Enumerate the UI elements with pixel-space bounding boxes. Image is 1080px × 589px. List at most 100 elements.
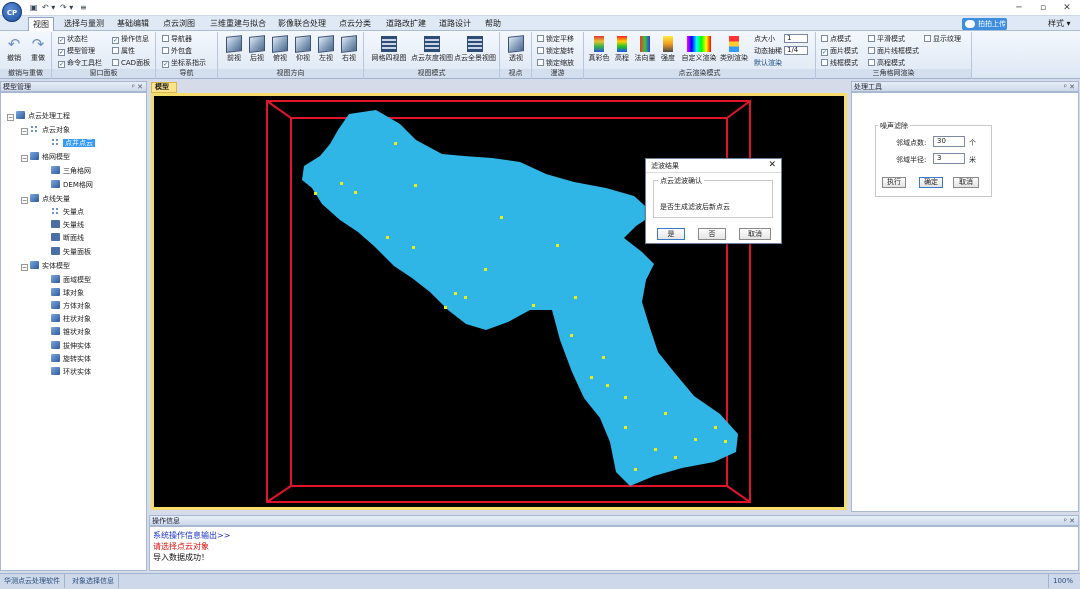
- left-view-button[interactable]: 左视: [314, 35, 338, 66]
- collapse-icon[interactable]: −: [21, 264, 28, 271]
- check-lock-pan[interactable]: 锁定平移: [537, 34, 574, 44]
- style-menu[interactable]: 样式 ▾: [1048, 18, 1071, 29]
- normal-button[interactable]: 法向量: [633, 36, 657, 66]
- gray-view-button[interactable]: 点云灰度视图: [410, 36, 454, 66]
- bottom-view-button[interactable]: 仰视: [291, 35, 315, 66]
- tree-item-vector-surface[interactable]: 矢量面板: [51, 247, 91, 257]
- checkbox[interactable]: [58, 37, 65, 44]
- redo-button[interactable]: ↷ 重做: [26, 36, 50, 66]
- upload-button[interactable]: 拍拍上传: [962, 18, 1007, 30]
- tree-item-vector-point[interactable]: 矢量点: [51, 207, 84, 217]
- dialog-close-icon[interactable]: ✕: [768, 160, 776, 170]
- check-wire-mode[interactable]: 线框模式: [821, 58, 858, 68]
- checkbox[interactable]: [924, 35, 931, 42]
- tree-item-revolve[interactable]: 旋转实体: [51, 354, 91, 364]
- collapse-icon[interactable]: −: [7, 114, 14, 121]
- checkbox[interactable]: [112, 47, 119, 54]
- tab-pointcloud-classify[interactable]: 点云分类: [335, 17, 375, 31]
- right-view-button[interactable]: 右视: [337, 35, 361, 66]
- tree-item-dem[interactable]: DEM格网: [51, 180, 93, 190]
- tab-pointcloud-browse[interactable]: 点云浏图: [159, 17, 199, 31]
- dialog-cancel-button[interactable]: 取消: [739, 228, 771, 240]
- check-navigator[interactable]: 导航器: [162, 34, 192, 44]
- panorama-view-button[interactable]: 点云全景视图: [453, 36, 497, 66]
- check-properties[interactable]: 属性: [112, 46, 135, 56]
- tree-item-cylinder[interactable]: 柱状对象: [51, 314, 91, 324]
- check-lock-zoom[interactable]: 锁定缩放: [537, 58, 574, 68]
- collapse-icon[interactable]: −: [21, 155, 28, 162]
- 3d-viewport[interactable]: [151, 93, 847, 510]
- viewport-tab[interactable]: 模型: [151, 82, 177, 93]
- app-logo-icon[interactable]: CP: [2, 2, 22, 22]
- checkbox[interactable]: [868, 47, 875, 54]
- tab-basic-edit[interactable]: 基础编辑: [113, 17, 153, 31]
- checkbox[interactable]: [162, 47, 169, 54]
- checkbox[interactable]: [868, 35, 875, 42]
- elevation-button[interactable]: 高程: [610, 36, 634, 66]
- check-axis-indicator[interactable]: 坐标系指示: [162, 58, 206, 68]
- custom-render-button[interactable]: 自定义渲染: [680, 36, 718, 66]
- check-statusbar[interactable]: 状态栏: [58, 34, 88, 44]
- tree-mesh-model[interactable]: − 格网模型: [21, 152, 70, 162]
- perspective-button[interactable]: 透视: [504, 35, 528, 66]
- collapse-icon[interactable]: −: [21, 197, 28, 204]
- redo-quick-icon[interactable]: ↷ ▾: [60, 3, 73, 12]
- checkbox[interactable]: [58, 49, 65, 56]
- tab-road-upgrade[interactable]: 道路改扩建: [382, 17, 430, 31]
- quick-access-menu-icon[interactable]: ≡: [80, 3, 87, 12]
- tree-vector[interactable]: − 点线矢量: [21, 194, 70, 204]
- close-button[interactable]: ✕: [1056, 1, 1078, 15]
- point-size-spinner[interactable]: 1: [784, 34, 808, 43]
- back-view-button[interactable]: 后视: [245, 35, 269, 66]
- tab-select-measure[interactable]: 选择与量测: [60, 17, 108, 31]
- check-elevation-mode[interactable]: 高程模式: [868, 58, 905, 68]
- tree-item-model[interactable]: 面域模型: [51, 275, 91, 285]
- checkbox[interactable]: [112, 37, 119, 44]
- confirm-button[interactable]: 确定: [919, 177, 943, 188]
- minimize-button[interactable]: ─: [1008, 1, 1030, 15]
- execute-button[interactable]: 执行: [882, 177, 906, 188]
- dialog-no-button[interactable]: 否: [698, 228, 726, 240]
- tree-solid-model[interactable]: − 实体模型: [21, 261, 70, 271]
- tree-item-box[interactable]: 方体对象: [51, 301, 91, 311]
- tree-item-sphere[interactable]: 球对象: [51, 288, 84, 298]
- checkbox[interactable]: [537, 47, 544, 54]
- maximize-button[interactable]: ▫: [1032, 1, 1054, 15]
- front-view-button[interactable]: 前视: [222, 35, 246, 66]
- tree-pointcloud-object[interactable]: − 点云对象: [21, 125, 70, 135]
- check-command-toolbar[interactable]: 命令工具栏: [58, 58, 102, 68]
- checkbox[interactable]: [821, 49, 828, 56]
- neighbor-count-input[interactable]: 30: [933, 136, 965, 147]
- default-render-button[interactable]: 默认渲染: [754, 58, 782, 68]
- tree-item-selected-cloud[interactable]: 点井点云: [51, 138, 95, 148]
- neighbor-radius-input[interactable]: 3: [933, 153, 965, 164]
- tab-3d-reconstruction[interactable]: 三维重建与拟合: [206, 17, 270, 31]
- check-model-manager[interactable]: 模型管理: [58, 46, 95, 56]
- tree-root[interactable]: − 点云处理工程: [7, 111, 70, 121]
- class-render-button[interactable]: 类别渲染: [718, 36, 750, 66]
- checkbox[interactable]: [537, 35, 544, 42]
- collapse-icon[interactable]: −: [21, 128, 28, 135]
- checkbox[interactable]: [112, 59, 119, 66]
- tab-image-joint[interactable]: 影像联合处理: [274, 17, 330, 31]
- top-view-button[interactable]: 俯视: [268, 35, 292, 66]
- tab-help[interactable]: 帮助: [481, 17, 505, 31]
- tree-item-extrude[interactable]: 拔伸实体: [51, 341, 91, 351]
- checkbox[interactable]: [821, 35, 828, 42]
- tree-item-cone[interactable]: 锥状对象: [51, 327, 91, 337]
- grid-four-view-button[interactable]: 网格四视图: [367, 36, 411, 66]
- check-point-mode[interactable]: 点模式: [821, 34, 851, 44]
- check-lock-rotate[interactable]: 锁定旋转: [537, 46, 574, 56]
- check-smooth-mode[interactable]: 平滑模式: [868, 34, 905, 44]
- check-face-mode[interactable]: 面片模式: [821, 46, 858, 56]
- true-color-button[interactable]: 真彩色: [587, 36, 611, 66]
- checkbox[interactable]: [162, 35, 169, 42]
- check-operation-info[interactable]: 操作信息: [112, 34, 149, 44]
- check-face-wire-mode[interactable]: 面片线框模式: [868, 46, 919, 56]
- save-icon[interactable]: ▣: [30, 3, 38, 12]
- tree-item-annulus[interactable]: 环状实体: [51, 367, 91, 377]
- cancel-button[interactable]: 取消: [953, 177, 979, 188]
- undo-quick-icon[interactable]: ↶ ▾: [42, 3, 55, 12]
- checkbox[interactable]: [162, 61, 169, 68]
- checkbox[interactable]: [868, 59, 875, 66]
